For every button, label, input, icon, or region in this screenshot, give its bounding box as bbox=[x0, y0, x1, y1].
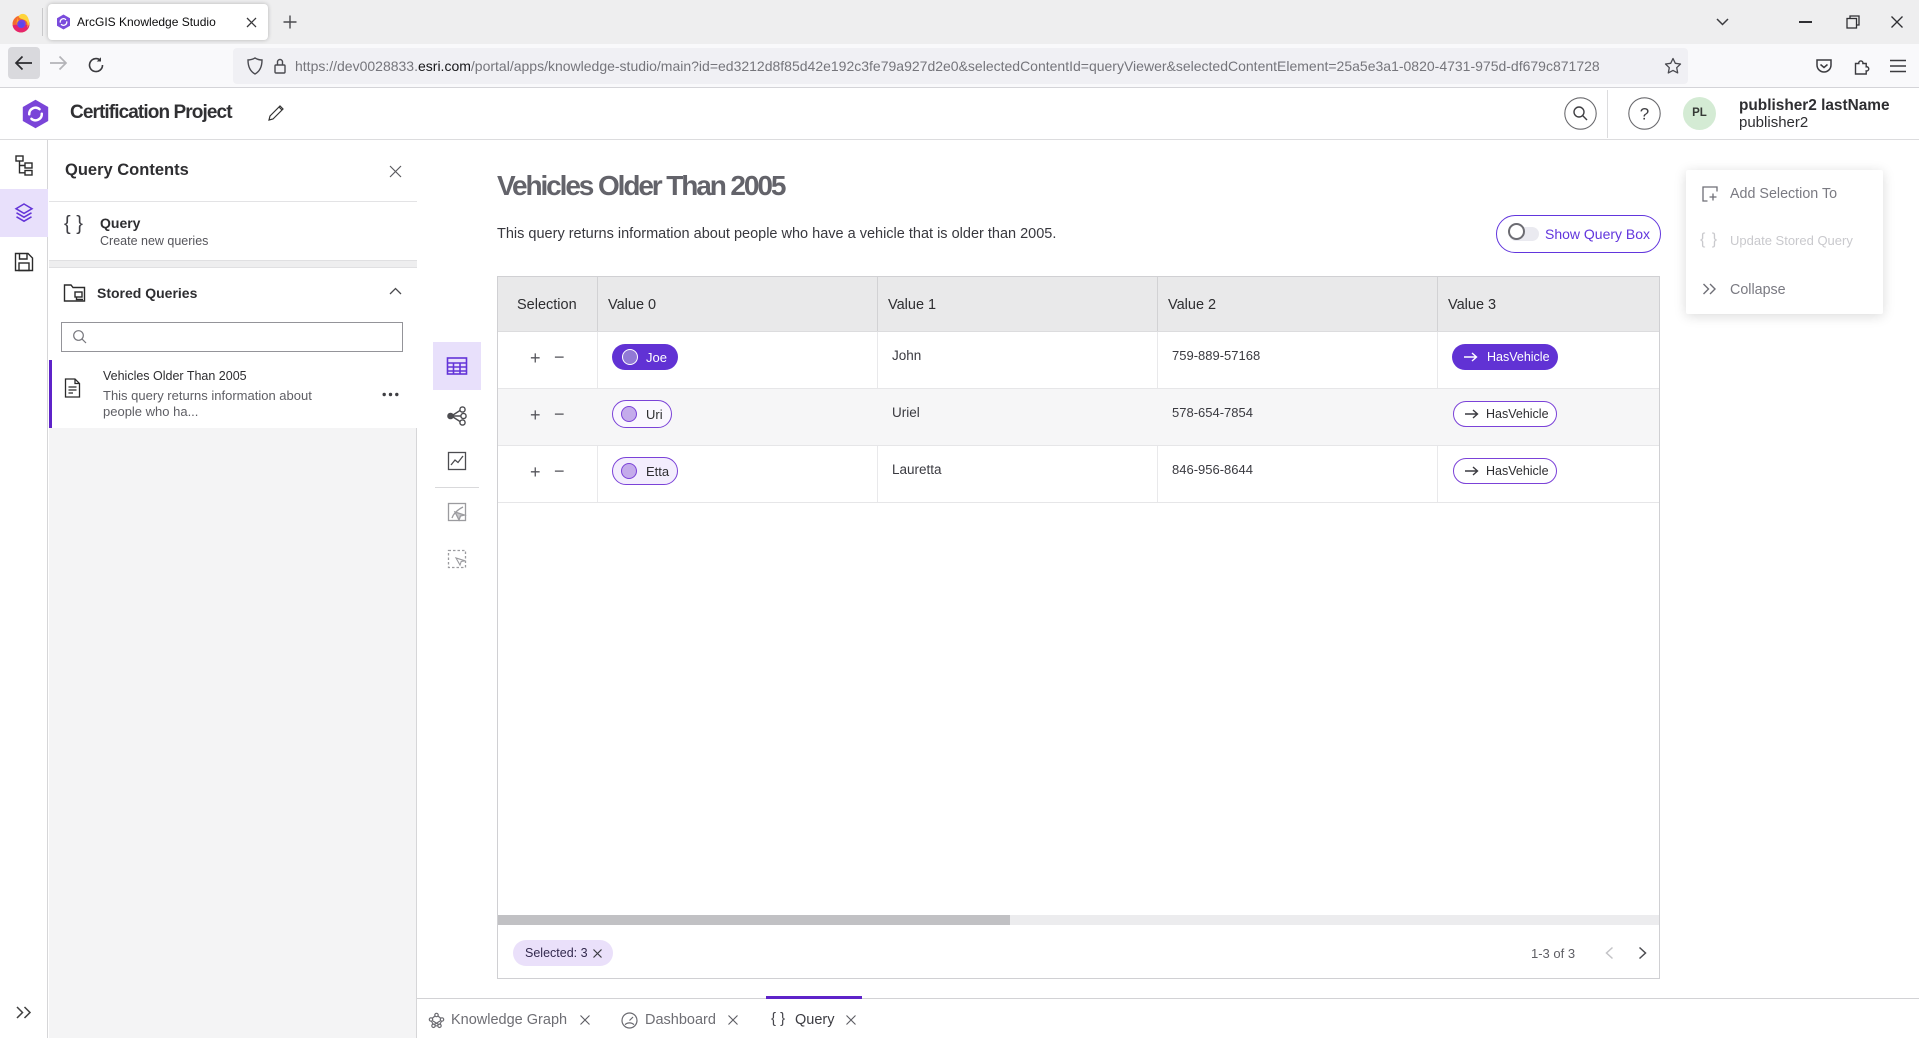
svg-text:?: ? bbox=[1640, 105, 1649, 124]
